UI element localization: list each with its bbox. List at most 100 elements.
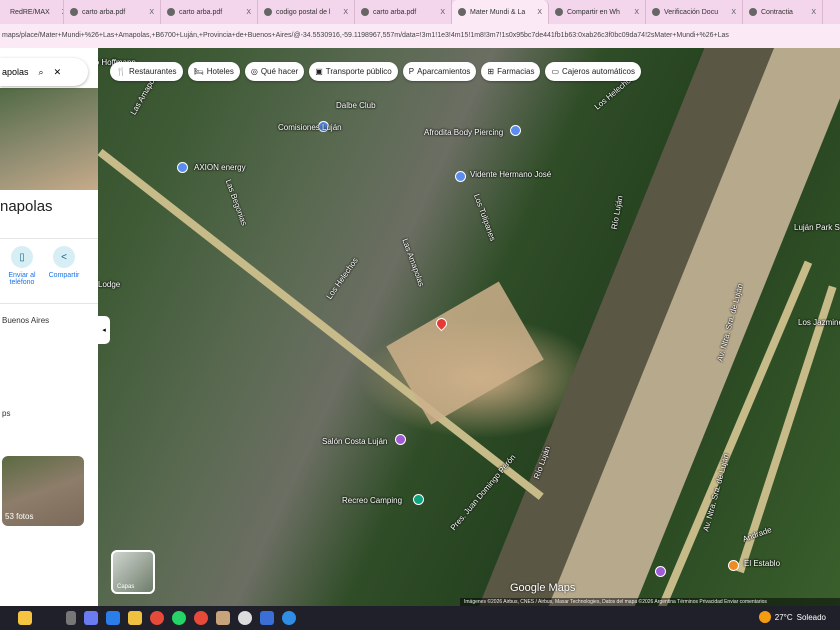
browser-tab[interactable]: Contractia X: [743, 0, 823, 24]
map-label[interactable]: Las Begonias: [224, 178, 249, 227]
photos-thumbnail[interactable]: 53 fotos: [2, 456, 84, 526]
browser-tab[interactable]: carto arba.pdf X: [64, 0, 161, 24]
chip-farmacias[interactable]: ⊞ Farmacias: [481, 62, 541, 81]
weather-widget[interactable]: 27°C Soleado: [758, 611, 826, 623]
maps-icon: [458, 8, 466, 16]
camera-icon: ◎: [250, 67, 258, 76]
parking-icon: P: [408, 67, 415, 76]
map-label[interactable]: Los Tulipanes: [472, 193, 497, 242]
place-title: napolas: [0, 198, 53, 215]
tab-title: Verificación Docu: [664, 8, 719, 16]
close-tab-icon[interactable]: X: [803, 9, 816, 16]
maps-text: ps: [2, 409, 11, 418]
map-label[interactable]: Las Amapolas: [400, 237, 426, 287]
close-tab-icon[interactable]: X: [432, 9, 445, 16]
pdf-icon: [70, 8, 78, 16]
close-tab-icon[interactable]: X: [626, 9, 639, 16]
browser-tab[interactable]: carto arba.pdf X: [355, 0, 452, 24]
map-label[interactable]: El Establo: [744, 559, 780, 568]
map-label[interactable]: Río Luján: [610, 195, 625, 230]
map-label[interactable]: Vidente Hermano José: [470, 170, 551, 179]
chip-aparcamientos[interactable]: P Aparcamientos: [402, 62, 477, 81]
fork-knife-icon: 🍴: [116, 67, 126, 76]
map-label[interactable]: Dalbe Club: [336, 101, 376, 110]
close-tab-icon[interactable]: X: [723, 9, 736, 16]
bed-icon: 🛏: [193, 67, 204, 76]
poi-icon[interactable]: [395, 434, 406, 445]
pharmacy-icon: ⊞: [487, 67, 495, 76]
address-bar[interactable]: maps/place/Mater+Mundi+%26+Las+Amapolas,…: [0, 24, 840, 48]
map-label[interactable]: Salón Costa Luján: [322, 437, 387, 446]
map-label[interactable]: Comisiones Luján: [278, 123, 342, 132]
address-text: Buenos Aires: [2, 316, 50, 325]
copilot-app-icon[interactable]: [84, 611, 98, 625]
browser-tab[interactable]: codigo postal de l X: [258, 0, 355, 24]
telegram-icon[interactable]: [282, 611, 296, 625]
map-label[interactable]: AXION energy: [194, 163, 246, 172]
chrome-icon[interactable]: [150, 611, 164, 625]
share-icon: <: [53, 246, 75, 268]
pdf-icon: [361, 8, 369, 16]
satellite-map[interactable]: ro HoffmannLas AmapolasDalbe ClubComisio…: [0, 48, 840, 606]
map-label[interactable]: Lodge: [98, 280, 120, 289]
tab-title: carto arba.pdf: [82, 8, 126, 16]
close-icon[interactable]: ✕: [54, 67, 62, 78]
category-chips: 🍴 Restaurantes 🛏 Hoteles ◎ Qué hacer ▣ Transpor…: [110, 62, 641, 81]
search-input[interactable]: apolas: [2, 67, 29, 77]
restaurant-icon[interactable]: [728, 560, 739, 571]
browser-tab[interactable]: Verificación Docu X: [646, 0, 743, 24]
browser-tab[interactable]: RedRE/MAX X: [0, 0, 64, 24]
camping-icon[interactable]: [413, 494, 424, 505]
poi-icon[interactable]: [655, 566, 666, 577]
share-button[interactable]: < Compartir: [44, 246, 84, 279]
send-to-phone-button[interactable]: ▯ Enviar al teléfono: [2, 246, 42, 286]
map-label[interactable]: Pres. Juan Domingo Perón: [449, 453, 518, 532]
browser-tab[interactable]: Compartir en Wh X: [549, 0, 646, 24]
close-tab-icon[interactable]: X: [54, 9, 63, 16]
tab-title: RedRE/MAX: [10, 8, 50, 16]
settings-icon[interactable]: [238, 611, 252, 625]
map-label[interactable]: Afrodita Body Piercing: [424, 128, 503, 137]
chip-hoteles[interactable]: 🛏 Hoteles: [187, 62, 240, 81]
close-tab-icon[interactable]: X: [141, 9, 154, 16]
chip-restaurantes[interactable]: 🍴 Restaurantes: [110, 62, 183, 81]
map-label[interactable]: Recreo Camping: [342, 496, 402, 505]
whatsapp-icon[interactable]: [172, 611, 186, 625]
layers-button[interactable]: Capas: [111, 550, 155, 594]
gmail-icon: [652, 8, 660, 16]
chrome-profile-icon[interactable]: [194, 611, 208, 625]
poi-icon[interactable]: [455, 171, 466, 182]
avenue-road: [736, 285, 837, 574]
copilot-icon[interactable]: [18, 611, 32, 625]
tab-title: codigo postal de l: [276, 8, 331, 16]
search-box[interactable]: apolas ⌕ ✕: [0, 58, 88, 86]
chip-transporte-p-blico[interactable]: ▣ Transporte público: [309, 62, 398, 81]
browser-tab[interactable]: carto arba.pdf X: [161, 0, 258, 24]
close-tab-icon[interactable]: X: [335, 9, 348, 16]
browser-tab[interactable]: Mater Mundi & La X: [452, 0, 549, 24]
store-icon[interactable]: [106, 611, 120, 625]
map-label[interactable]: Los Jazmines: [798, 318, 840, 327]
bus-icon: ▣: [315, 67, 323, 76]
place-hero-photo[interactable]: [0, 88, 98, 190]
chip-qu-hacer[interactable]: ◎ Qué hacer: [244, 62, 305, 81]
app-icon[interactable]: [216, 611, 230, 625]
close-tab-icon[interactable]: X: [529, 9, 542, 16]
tab-title: carto arba.pdf: [373, 8, 417, 16]
map-label[interactable]: Luján Park S: [794, 223, 840, 232]
phone-icon: ▯: [11, 246, 33, 268]
globe-icon: [555, 8, 563, 16]
calculator-icon[interactable]: [260, 611, 274, 625]
file-explorer-icon[interactable]: [128, 611, 142, 625]
search-icon[interactable]: ⌕: [39, 67, 44, 78]
contractia-icon: [749, 8, 757, 16]
task-view-icon[interactable]: [66, 611, 76, 625]
map-label[interactable]: Los Helechos: [325, 256, 360, 301]
close-tab-icon[interactable]: X: [238, 9, 251, 16]
chip-cajeros-autom-ticos[interactable]: ▭ Cajeros automáticos: [545, 62, 641, 81]
gas-station-icon[interactable]: [177, 162, 188, 173]
collapse-panel-button[interactable]: ◂: [98, 316, 110, 344]
poi-icon[interactable]: [510, 125, 521, 136]
taskbar: [0, 606, 840, 630]
divider: [0, 303, 98, 304]
